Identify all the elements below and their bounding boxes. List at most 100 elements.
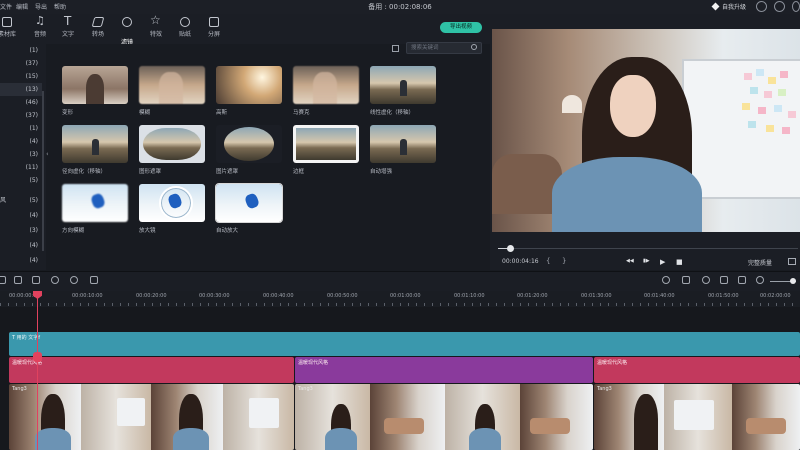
video-clip-label: Tang3	[597, 386, 612, 392]
tab-audio[interactable]: 音频	[25, 14, 55, 44]
marker-icon[interactable]	[682, 276, 690, 284]
grid-view-icon[interactable]	[392, 45, 399, 52]
category-item[interactable]: (5)	[0, 174, 42, 187]
undo-icon[interactable]	[0, 276, 6, 284]
mark-in-button[interactable]: {	[546, 257, 550, 265]
timeline-zoom-handle[interactable]	[790, 278, 796, 284]
filter-card[interactable]: 变形	[62, 66, 128, 116]
tab-text[interactable]: 文字	[53, 14, 83, 44]
category-scrollbar[interactable]	[42, 91, 44, 251]
stop-button[interactable]: ■	[676, 258, 683, 266]
effect-clip-label: 温暖现代风格	[298, 360, 329, 366]
category-item[interactable]: (37)	[0, 109, 42, 122]
filter-card[interactable]: 径向虚化（移轴）	[62, 125, 128, 175]
category-item[interactable]: (4)	[0, 209, 42, 222]
export-video-button[interactable]: 导出视频	[440, 22, 482, 33]
ruler-tick-label: 00:01:20:00	[517, 293, 548, 299]
ruler-tick-label: 00:01:10:00	[454, 293, 485, 299]
tab-sticker[interactable]: 贴纸	[170, 14, 200, 44]
upgrade-button[interactable]: 自我升级	[711, 2, 746, 11]
category-item[interactable]: (3)	[0, 148, 42, 161]
video-clip[interactable]	[9, 384, 294, 450]
category-count: (4)	[29, 212, 39, 219]
account-icon[interactable]	[756, 1, 767, 12]
effects-star-icon	[150, 13, 161, 27]
category-item[interactable]: (1)	[0, 122, 42, 135]
step-forward-button[interactable]: ▮▶	[643, 258, 650, 264]
play-button[interactable]: ▶	[660, 258, 665, 266]
magnifier-icon[interactable]	[471, 44, 477, 50]
filter-card[interactable]: 图形遮罩	[139, 125, 205, 175]
category-item[interactable]: (3)	[0, 224, 42, 237]
effect-clip[interactable]	[9, 357, 294, 383]
filter-card[interactable]: 模糊	[139, 66, 205, 116]
previous-frame-button[interactable]: ◀◀	[626, 258, 634, 264]
tab-effects[interactable]: 特效	[141, 13, 171, 44]
filter-name: 图形遮罩	[139, 169, 162, 175]
crop-icon[interactable]	[32, 276, 40, 284]
filter-name: 放大镜	[139, 228, 156, 234]
preview-scrubber-track[interactable]	[498, 248, 798, 249]
mark-out-button[interactable]: }	[562, 257, 566, 265]
voiceover-icon[interactable]	[720, 276, 728, 284]
title-clip[interactable]	[9, 332, 800, 356]
filter-card-hovered[interactable]: 自动放大	[215, 183, 283, 234]
zoom-out-icon[interactable]	[756, 276, 764, 284]
cut-icon[interactable]	[14, 276, 22, 284]
snapshot-icon[interactable]	[738, 276, 746, 284]
filter-thumbnail	[293, 125, 359, 163]
music-note-icon	[35, 14, 45, 27]
filter-card[interactable]: 马赛克	[293, 66, 359, 116]
tab-transition[interactable]: 转场	[83, 14, 113, 44]
category-count: (13)	[25, 86, 38, 93]
tab-label: 特效	[149, 31, 162, 38]
category-item-active[interactable]: (13)	[0, 83, 42, 96]
filter-thumbnail	[215, 183, 283, 223]
category-item[interactable]: (11)	[0, 161, 42, 174]
filter-card[interactable]: 线性虚化（移轴）	[370, 66, 436, 116]
ruler-tick-label: 00:02:00:00	[760, 293, 791, 299]
fullscreen-icon[interactable]	[788, 258, 796, 265]
media-toolbar: 素材库 音频 文字 转场 滤镜 特效 贴纸 分屏	[0, 13, 490, 48]
render-icon[interactable]	[662, 276, 670, 284]
tab-media[interactable]: 素材库	[0, 14, 22, 44]
category-item[interactable]: (1)	[0, 44, 42, 57]
color-icon[interactable]	[70, 276, 78, 284]
filter-thumbnail	[216, 66, 282, 104]
video-clip[interactable]	[295, 384, 593, 450]
quality-dropdown[interactable]: 完整质量	[748, 258, 772, 267]
filter-card[interactable]: 边框	[293, 125, 359, 175]
playhead-knob[interactable]	[33, 352, 42, 362]
filter-card[interactable]: 图片遮罩	[216, 125, 282, 175]
filter-name: 模糊	[139, 110, 151, 116]
category-item[interactable]: (46)	[0, 96, 42, 109]
category-item[interactable]: (37)	[0, 57, 42, 70]
ruler-tick-label: 00:00:30:00	[199, 293, 230, 299]
timeline-playhead[interactable]	[37, 291, 38, 450]
tab-split-screen[interactable]: 分屏	[199, 14, 229, 44]
filter-name: 变形	[62, 110, 74, 116]
speed-icon[interactable]	[51, 276, 59, 284]
mic-icon[interactable]	[702, 276, 710, 284]
effect-clip[interactable]	[295, 357, 593, 383]
fit-icon[interactable]	[90, 276, 98, 284]
category-item[interactable]: (4)	[0, 254, 42, 267]
tab-filter[interactable]: 滤镜	[112, 14, 142, 48]
category-item[interactable]: (4)	[0, 239, 42, 252]
filter-card[interactable]: 高斯	[216, 66, 282, 116]
filter-thumbnail	[216, 125, 282, 163]
filter-card[interactable]: 自动增强	[370, 125, 436, 175]
video-clip[interactable]	[594, 384, 800, 450]
filter-card[interactable]: 放大镜	[139, 184, 205, 234]
filter-card[interactable]: 方向模糊	[62, 184, 128, 234]
category-item[interactable]: (4)	[0, 135, 42, 148]
tab-label: 音频	[33, 31, 46, 38]
category-panel: (1) (37) (15) (13) (46) (37) (1) (4) (3)…	[0, 44, 46, 270]
search-icon[interactable]	[774, 1, 785, 12]
settings-icon[interactable]	[792, 1, 800, 12]
video-preview[interactable]	[492, 29, 800, 232]
ruler-tick-label: 00:01:40:00	[644, 293, 675, 299]
category-item[interactable]: (15)	[0, 70, 42, 83]
category-item[interactable]: 风 (5)	[0, 194, 42, 207]
preview-scrubber-handle[interactable]	[507, 245, 514, 252]
